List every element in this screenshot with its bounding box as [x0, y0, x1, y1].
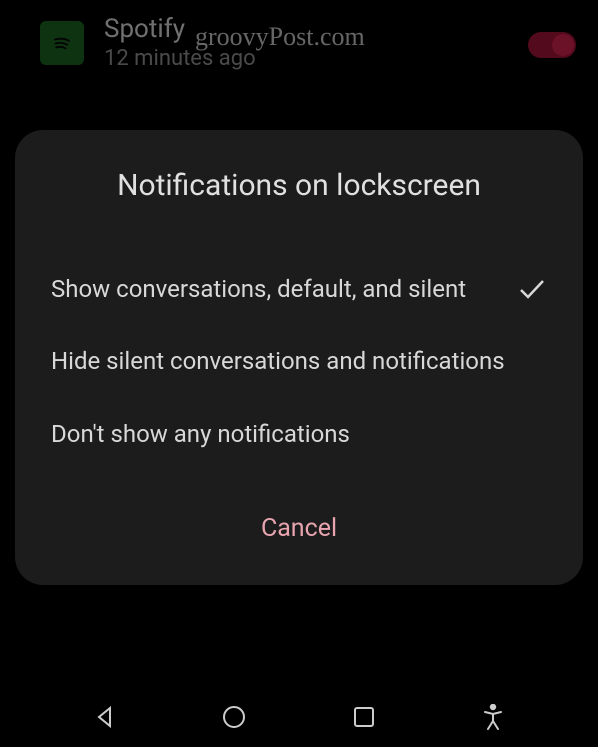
option-hide-silent[interactable]: Hide silent conversations and notificati… [15, 325, 583, 397]
spotify-icon [40, 21, 84, 65]
option-dont-show[interactable]: Don't show any notifications [15, 398, 583, 470]
accessibility-icon[interactable] [478, 702, 508, 732]
option-label: Hide silent conversations and notificati… [51, 345, 547, 377]
option-label: Don't show any notifications [51, 418, 547, 450]
home-icon[interactable] [219, 702, 249, 732]
check-icon [517, 274, 547, 304]
back-icon[interactable] [90, 702, 120, 732]
recents-icon[interactable] [349, 702, 379, 732]
lockscreen-notifications-dialog: Notifications on lockscreen Show convers… [15, 130, 583, 585]
watermark-text: groovyPost.com [195, 22, 365, 52]
option-show-conversations[interactable]: Show conversations, default, and silent [15, 253, 583, 325]
system-nav-bar [0, 687, 598, 747]
notification-toggle[interactable] [528, 32, 576, 58]
dialog-title: Notifications on lockscreen [15, 168, 583, 203]
option-label: Show conversations, default, and silent [51, 273, 517, 305]
cancel-button[interactable]: Cancel [15, 500, 583, 557]
